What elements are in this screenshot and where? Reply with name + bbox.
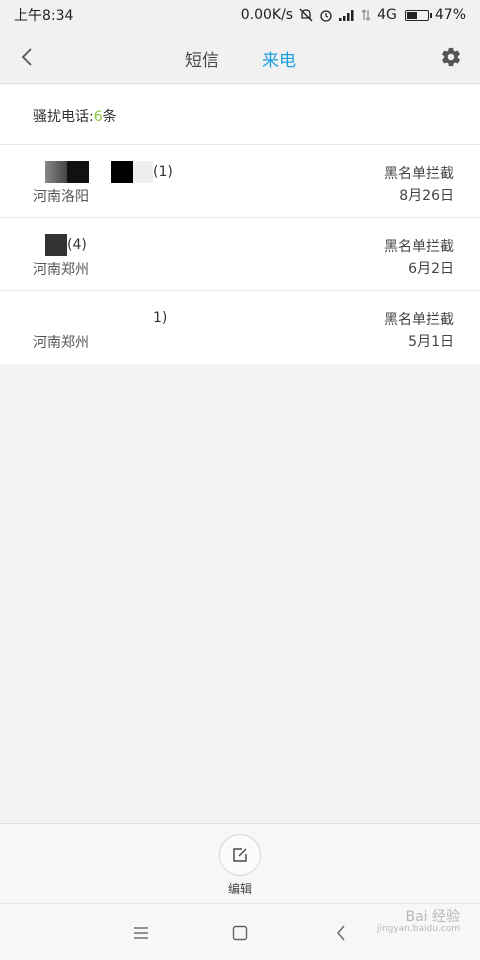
summary-prefix: 骚扰电话: <box>33 109 94 125</box>
call-count: (1) <box>153 164 173 180</box>
caller-name: (1) <box>33 161 173 183</box>
status-time: 上午8:34 <box>14 8 74 24</box>
caller-location: 河南郑州 <box>33 262 89 278</box>
status-bar: 上午8:34 0.00K/s 4G 47% <box>0 0 480 30</box>
alarm-icon <box>320 10 332 22</box>
status-icons: 0.00K/s 4G 47% <box>241 7 466 23</box>
menu-button[interactable] <box>128 920 154 946</box>
call-date: 5月1日 <box>408 334 454 350</box>
caller-location: 河南郑州 <box>33 335 89 351</box>
caller-name: 1) <box>33 307 167 329</box>
tab-calls[interactable]: 来电 <box>262 46 296 71</box>
battery-percent: 47% <box>434 7 466 23</box>
block-tag: 黑名单拦截 <box>384 239 454 255</box>
back-chevron-icon <box>21 48 32 66</box>
redacted-block <box>67 161 89 183</box>
block-tag: 黑名单拦截 <box>384 166 454 182</box>
tab-sms[interactable]: 短信 <box>185 46 219 71</box>
battery-icon <box>404 9 432 21</box>
header: 短信 来电 <box>0 30 480 84</box>
system-nav-bar: Bai 经验 jingyan.baidu.com <box>0 903 480 960</box>
spam-summary: 骚扰电话:6条 <box>33 106 117 126</box>
gear-icon <box>442 47 460 67</box>
back-icon <box>337 925 345 941</box>
back-button[interactable] <box>12 42 42 72</box>
call-row[interactable]: (4) 河南郑州 黑名单拦截 6月2日 <box>0 218 480 290</box>
call-count: (4) <box>67 237 87 253</box>
settings-button[interactable] <box>436 42 466 72</box>
mute-icon <box>299 8 313 22</box>
redacted-block <box>33 307 153 329</box>
menu-icon <box>134 927 148 939</box>
watermark: Bai 经验 jingyan.baidu.com <box>376 909 460 935</box>
caller-location: 河南洛阳 <box>33 189 89 205</box>
summary-count: 6 <box>93 109 103 125</box>
edit-icon <box>233 848 247 862</box>
nav-back-button[interactable] <box>328 920 354 946</box>
call-row[interactable]: 1) 河南郑州 黑名单拦截 5月1日 <box>0 291 480 363</box>
redacted-block <box>133 161 153 183</box>
home-button[interactable] <box>227 920 253 946</box>
call-row[interactable]: (1) 河南洛阳 黑名单拦截 8月26日 <box>0 145 480 217</box>
edit-label: 编辑 <box>227 882 252 896</box>
call-date: 6月2日 <box>408 261 454 277</box>
watermark-url: jingyan.baidu.com <box>376 924 460 935</box>
redacted-block <box>45 234 67 256</box>
summary-suffix: 条 <box>102 109 117 125</box>
watermark-text: Bai 经验 <box>405 909 460 925</box>
redacted-block <box>111 161 133 183</box>
data-icon <box>361 9 371 21</box>
call-count: 1) <box>153 310 168 326</box>
edit-button[interactable] <box>219 834 261 876</box>
redacted-block <box>45 161 67 183</box>
call-date: 8月26日 <box>399 188 454 204</box>
network-type: 4G <box>377 7 397 23</box>
home-icon <box>232 925 248 941</box>
network-speed: 0.00K/s <box>240 7 294 23</box>
signal-icon <box>339 10 354 21</box>
bottom-action-bar: 编辑 <box>0 823 480 903</box>
caller-name: (4) <box>33 234 87 256</box>
block-tag: 黑名单拦截 <box>384 312 454 328</box>
battery-fill <box>406 11 418 19</box>
call-list-panel: 骚扰电话:6条 (1) 河南洛阳 黑名单拦截 8月26日 (4) 河南郑州 黑名… <box>0 85 480 364</box>
